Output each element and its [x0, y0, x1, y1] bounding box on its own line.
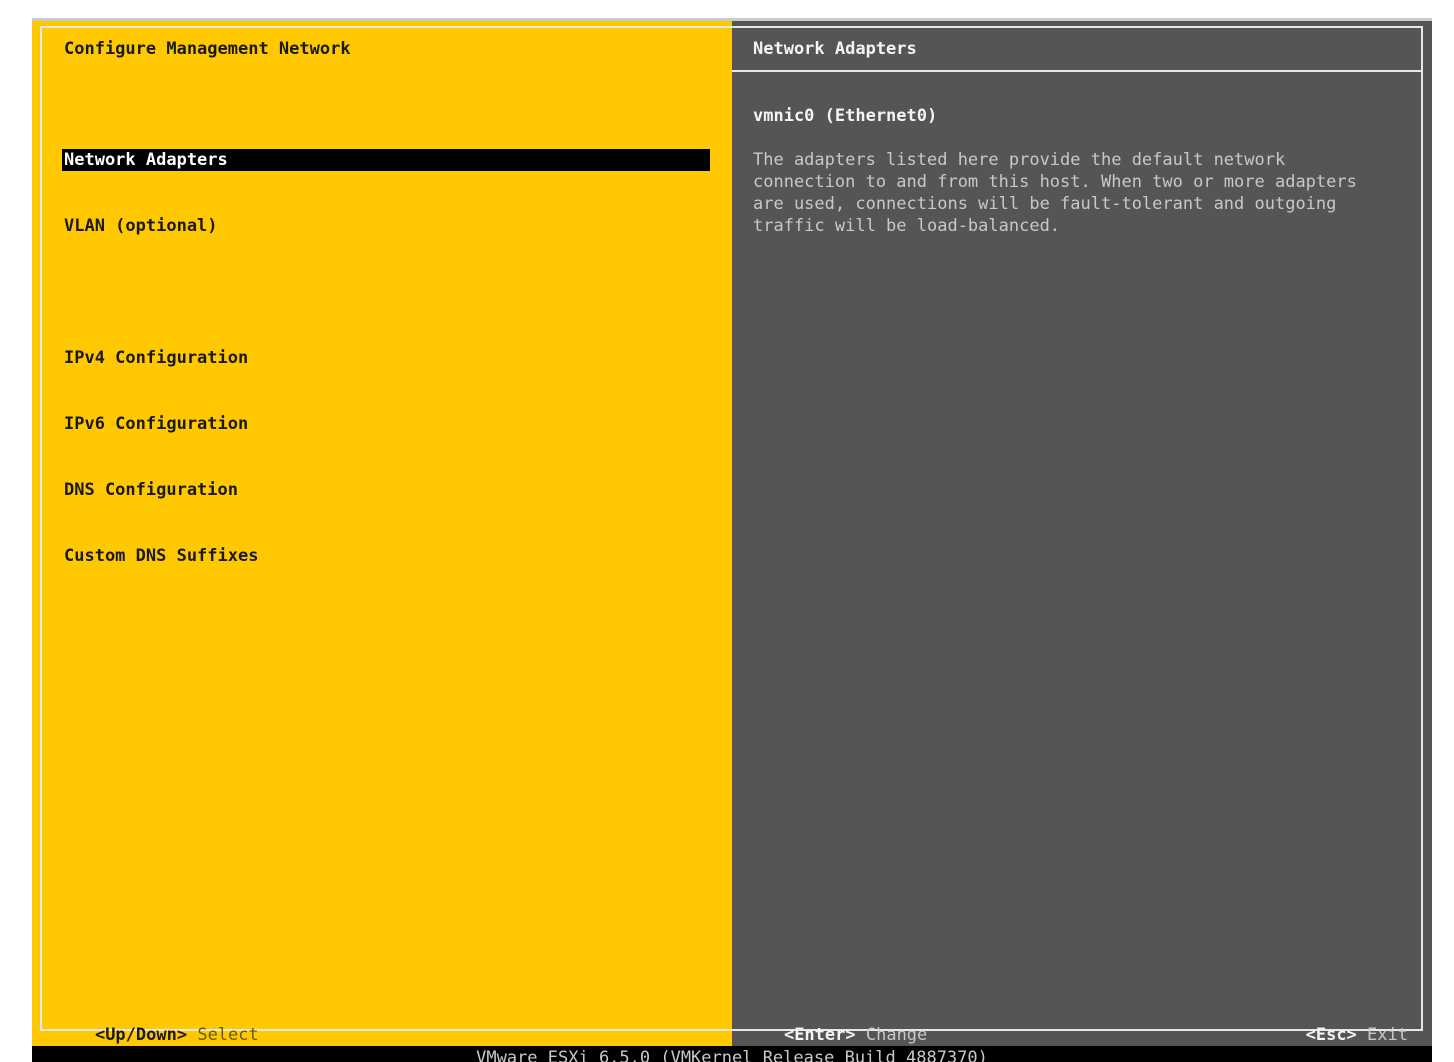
right-title-divider — [732, 70, 1422, 72]
version-build-text: VMware ESXi 6.5.0 (VMKernel Release Buil… — [476, 1048, 988, 1062]
adapter-name: vmnic0 (Ethernet0) — [753, 106, 938, 126]
exit-action-label: Exit — [1367, 1025, 1408, 1045]
adapter-description: The adapters listed here provide the def… — [753, 150, 1357, 236]
menu-item-network-adapters[interactable]: Network Adapters — [62, 149, 710, 171]
change-action-label: Change — [865, 1025, 928, 1045]
menu-item-vlan[interactable]: VLAN (optional) — [62, 215, 710, 237]
menu-spacer — [62, 281, 710, 303]
menu-item-dns-configuration[interactable]: DNS Configuration — [62, 479, 710, 501]
menu-item-custom-dns-suffixes[interactable]: Custom DNS Suffixes — [62, 545, 710, 567]
select-action-label: Select — [197, 1025, 259, 1045]
config-menu: Network Adapters VLAN (optional) IPv4 Co… — [62, 105, 710, 611]
esc-key-label: <Esc> — [1305, 1025, 1357, 1045]
page-title: Configure Management Network — [64, 39, 351, 59]
menu-item-ipv4-configuration[interactable]: IPv4 Configuration — [62, 347, 710, 369]
console-screen: Configure Management Network Network Ada… — [32, 18, 1432, 1062]
enter-key-label: <Enter> — [783, 1025, 856, 1045]
status-bar: VMware ESXi 6.5.0 (VMKernel Release Buil… — [32, 1046, 1432, 1062]
up-down-key-label: <Up/Down> — [94, 1025, 188, 1045]
menu-item-ipv6-configuration[interactable]: IPv6 Configuration — [62, 413, 710, 435]
detail-panel-title: Network Adapters — [753, 39, 917, 59]
